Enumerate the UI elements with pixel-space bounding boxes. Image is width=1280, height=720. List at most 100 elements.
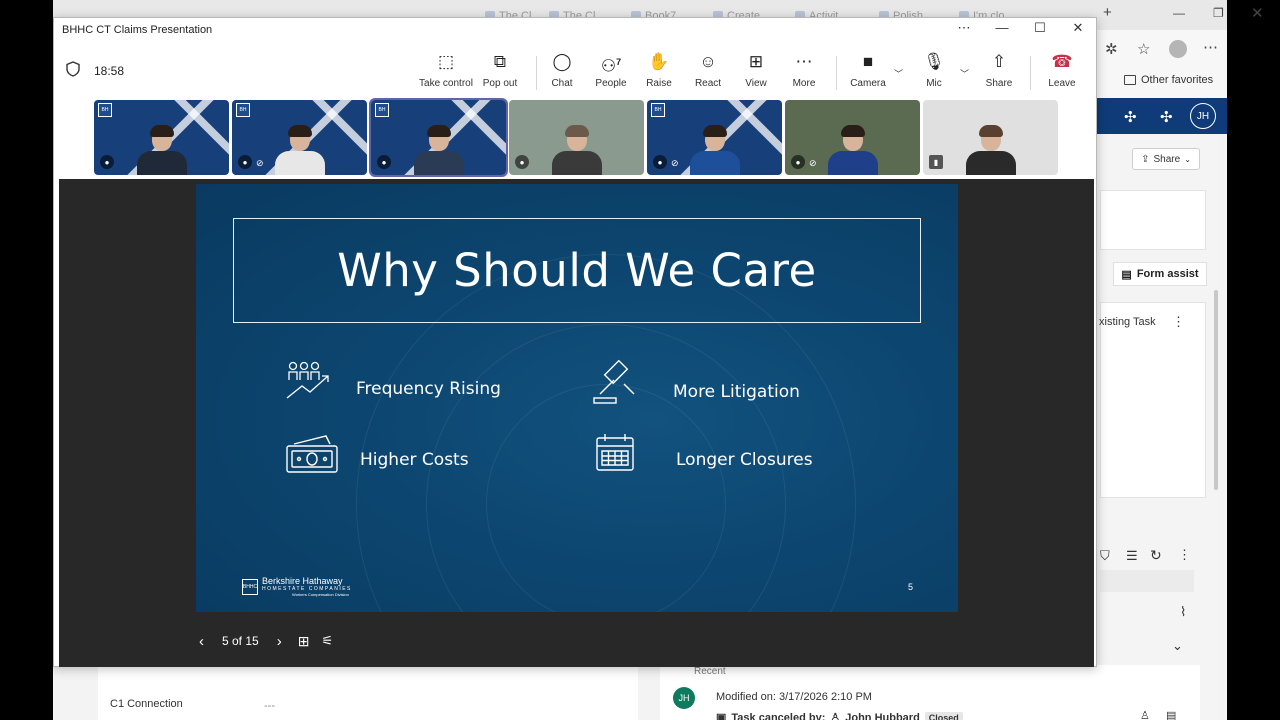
company-logo: BHHC Berkshire Hathaway HOMESTATE COMPAN… [242,576,352,597]
form-assist-button[interactable]: ▤ Form assist [1113,262,1207,286]
participant-video [965,125,1016,175]
previous-slide-icon[interactable]: ‹ [199,633,204,650]
participant-video [827,125,878,175]
share-button[interactable]: ⇧ Share [969,52,1029,89]
share-screen-icon: ⇧ [991,52,1007,71]
close-icon[interactable]: ✕ [1064,20,1092,36]
letterbox-right [1227,0,1280,720]
mic-options-chevron-icon[interactable]: ﹀ [960,67,969,80]
muted-mic-icon: ⊘ [671,158,679,168]
panel-row [1100,570,1194,592]
person-icon[interactable]: ♙ [1140,709,1150,720]
next-slide-icon[interactable]: › [277,633,282,650]
shared-screen-area: Why Should We Care Frequency Rising More… [59,179,1094,667]
c1-connection-label: C1 Connection [110,698,183,710]
person-icon: ♙ [830,712,841,720]
profile-avatar[interactable] [1169,40,1187,58]
money-icon [286,435,338,473]
attachment-icon[interactable]: ⌇ [1180,604,1186,620]
grid-view-icon[interactable]: ⊞ [298,633,310,650]
panel-card [1100,302,1206,498]
bhhc-logo-icon: BHHC [242,578,258,595]
chat-icon: ◯ [552,52,572,71]
share-button[interactable]: ⇪ Share ⌄ [1132,148,1200,170]
sliders-settings-icon[interactable]: ⚟ [321,633,333,649]
muted-mic-icon: ⊘ [256,158,264,168]
pop-out-icon: ⧉ [493,52,507,71]
filter-icon[interactable]: ⛉ [1100,548,1110,564]
participant-tile[interactable]: ● [509,100,644,175]
task-icon: ▣ [716,712,727,720]
toolbar-divider [1030,56,1031,90]
participant-video [136,125,187,175]
slide-title-box: Why Should We Care [233,218,921,323]
shield-icon[interactable] [66,61,80,77]
share-icon: ⇪ [1141,153,1150,165]
people-icon: ⚇7 [600,56,622,76]
note-icon[interactable]: ▤ [1166,709,1176,720]
take-control-icon: ⬚ [437,52,455,71]
minimize-icon[interactable]: — [988,20,1016,35]
restore-icon[interactable]: ❐ [1213,6,1224,20]
take-control-button[interactable]: ⬚ Take control [416,52,476,89]
close-icon[interactable]: ✕ [1251,4,1264,22]
bullet-longer-closures: Longer Closures [676,450,813,470]
muted-mic-icon: ⊘ [809,158,817,168]
status-badge: Closed [924,711,963,720]
participant-video [413,125,464,175]
user-avatar[interactable]: JH [1190,103,1216,129]
participant-status-icon: ● [653,155,667,169]
slide-title: Why Should We Care [337,244,817,297]
other-favorites[interactable]: Other favorites [1124,74,1213,86]
folder-icon [1124,75,1136,85]
more-options-icon[interactable]: ⋮ [1172,314,1185,330]
chevron-down-icon[interactable]: ⌄ [1172,638,1183,654]
camera-icon: ■ [862,52,874,71]
participant-tile[interactable]: ▮ [923,100,1058,175]
participant-tile[interactable]: BH ● ⊘ [232,100,367,175]
grid-view-icon: ⊞ [748,52,764,71]
bullet-more-litigation: More Litigation [673,382,800,402]
pop-out-button[interactable]: ⧉ Pop out [470,52,530,89]
more-options-icon[interactable]: ⋯ [950,20,978,36]
more-options-icon[interactable]: ⋮ [1178,547,1191,563]
participant-tile[interactable]: BH ● ⊘ [647,100,782,175]
participant-tile-active[interactable]: BH ● [369,98,508,177]
more-menu-icon[interactable]: ⋯ [1203,38,1218,56]
copilot-icon[interactable]: ✣ [1124,108,1137,126]
bullet-frequency-rising: Frequency Rising [356,379,501,399]
mic-button[interactable]: 🎙 Mic [904,52,964,89]
participant-gallery: BH ● BH ● ⊘ BH ● ● BH ● ⊘ ● ⊘ ▮ [94,98,1059,177]
camera-options-chevron-icon[interactable]: ﹀ [894,67,903,80]
camera-button[interactable]: ■ Camera [838,52,898,89]
maximize-icon[interactable]: ☐ [1026,20,1054,36]
bhhc-logo-icon: BH [375,103,389,117]
form-section: C1 Connection --- [98,665,638,720]
participant-video [274,125,325,175]
c1-connection-value[interactable]: --- [264,700,275,712]
list-icon[interactable]: ☰ [1126,548,1138,564]
meeting-timer: 18:58 [94,64,125,78]
more-button[interactable]: ⋯ More [774,52,834,89]
panel-scrollbar[interactable] [1214,290,1218,490]
hand-icon: ✋ [648,52,670,71]
participant-status-icon: ● [515,155,529,169]
bhhc-logo-icon: BH [651,103,665,117]
minimize-icon[interactable]: — [1173,6,1185,20]
slide-navigation: ‹ 5 of 15 › ⊞ ⚟ [199,631,333,651]
participant-tile[interactable]: BH ● [94,100,229,175]
modified-text: Modified on: 3/17/2026 2:10 PM [716,691,872,703]
participant-tile[interactable]: ● ⊘ [785,100,920,175]
bullet-higher-costs: Higher Costs [360,450,469,470]
extensions-icon[interactable]: ✲ [1105,40,1118,58]
new-tab-icon[interactable]: + [1103,4,1112,21]
settings-icon[interactable]: ✣ [1160,108,1173,126]
smiley-icon: ☺ [699,52,717,71]
leave-button[interactable]: ☎ Leave [1032,52,1092,89]
signal-bars-icon: ▮ [929,155,943,169]
favorites-icon[interactable]: ☆ [1137,40,1150,58]
gavel-icon [593,359,635,404]
slide-page-number: 5 [908,582,914,592]
hang-up-icon: ☎ [1051,52,1073,71]
refresh-icon[interactable]: ↻ [1150,547,1162,564]
